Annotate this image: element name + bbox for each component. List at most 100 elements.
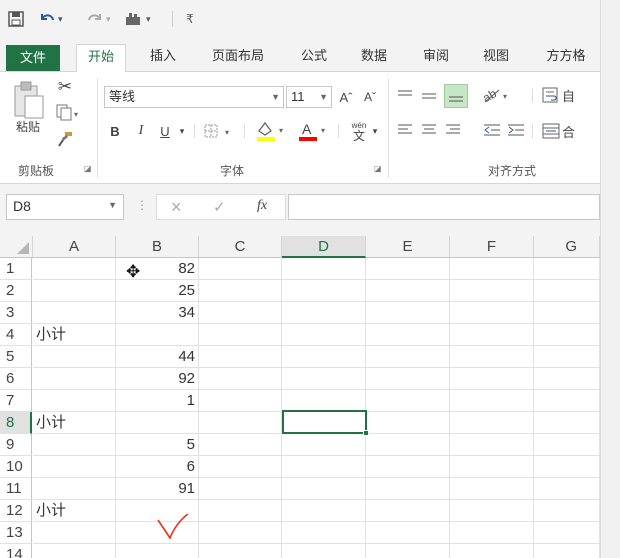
increase-indent-icon[interactable]	[506, 120, 526, 140]
tab-file[interactable]: 文件	[6, 45, 60, 71]
align-right-icon[interactable]	[444, 120, 462, 140]
cell[interactable]	[450, 544, 534, 558]
cell[interactable]	[199, 434, 282, 456]
cell[interactable]	[534, 434, 600, 456]
touch-mode-dropdown-icon[interactable]: ▾	[146, 14, 151, 25]
redo-dropdown-icon[interactable]: ▾	[106, 14, 111, 25]
row-header[interactable]: 12	[0, 500, 32, 522]
cell[interactable]	[534, 412, 600, 434]
cell[interactable]	[199, 456, 282, 478]
cell[interactable]	[282, 434, 366, 456]
cell[interactable]	[366, 522, 450, 544]
cell-a[interactable]	[33, 478, 116, 500]
cell[interactable]	[282, 280, 366, 302]
fill-handle[interactable]	[363, 430, 369, 436]
cell-a[interactable]	[33, 302, 116, 324]
cell[interactable]	[366, 456, 450, 478]
row-header[interactable]: 14	[0, 544, 32, 558]
cell-a[interactable]	[33, 346, 116, 368]
cell-a[interactable]	[33, 456, 116, 478]
undo-dropdown-icon[interactable]: ▾	[58, 14, 63, 25]
decrease-indent-icon[interactable]	[482, 120, 502, 140]
chevron-down-icon[interactable]: ▼	[108, 200, 117, 210]
row-header[interactable]: 4	[0, 324, 32, 346]
decrease-font-icon[interactable]: Aˇ	[360, 86, 380, 108]
cell[interactable]	[282, 544, 366, 558]
cell-a[interactable]	[33, 522, 116, 544]
row-header[interactable]: 3	[0, 302, 32, 324]
cell[interactable]	[366, 258, 450, 280]
cell-b[interactable]	[116, 412, 199, 434]
tab-formulas[interactable]: 公式	[290, 44, 338, 72]
cell[interactable]	[199, 258, 282, 280]
cell[interactable]	[534, 302, 600, 324]
cell[interactable]	[534, 544, 600, 558]
cell[interactable]	[450, 412, 534, 434]
tab-data[interactable]: 数据	[350, 44, 398, 72]
column-header-e[interactable]: E	[366, 236, 450, 258]
cell[interactable]	[199, 390, 282, 412]
cell[interactable]	[199, 280, 282, 302]
cell[interactable]	[534, 500, 600, 522]
copy-icon[interactable]: ▾	[54, 102, 84, 124]
font-launcher-icon[interactable]: ◪	[374, 164, 382, 173]
redo-icon[interactable]: ▾	[86, 8, 111, 30]
italic-button[interactable]: I	[132, 120, 150, 142]
cell-a[interactable]	[33, 368, 116, 390]
cell[interactable]	[450, 280, 534, 302]
chevron-down-icon[interactable]: ▼	[319, 87, 328, 107]
cell[interactable]	[282, 346, 366, 368]
cell[interactable]	[366, 412, 450, 434]
cell[interactable]	[282, 258, 366, 280]
insert-function-icon[interactable]: fx	[257, 198, 267, 214]
chevron-down-icon[interactable]: ▼	[271, 87, 280, 107]
cell[interactable]	[534, 280, 600, 302]
cut-icon[interactable]: ✂	[54, 76, 76, 98]
cell-b[interactable]: 34	[116, 302, 199, 324]
cell[interactable]	[450, 390, 534, 412]
orientation-icon[interactable]: ab ▾	[480, 84, 514, 106]
cell-b[interactable]: 5	[116, 434, 199, 456]
tab-home[interactable]: 开始	[76, 44, 126, 73]
cell[interactable]	[366, 280, 450, 302]
cell[interactable]	[282, 522, 366, 544]
row-header[interactable]: 2	[0, 280, 32, 302]
cell-b[interactable]: 25	[116, 280, 199, 302]
cell[interactable]	[366, 324, 450, 346]
selected-cell-border[interactable]	[282, 410, 369, 436]
cell[interactable]	[282, 456, 366, 478]
cell[interactable]	[199, 368, 282, 390]
cell[interactable]	[366, 346, 450, 368]
cell[interactable]	[366, 544, 450, 558]
row-header[interactable]: 5	[0, 346, 32, 368]
merge-center-button[interactable]: 合	[542, 120, 600, 142]
cell[interactable]	[366, 478, 450, 500]
cell-b[interactable]: 91	[116, 478, 199, 500]
cell[interactable]	[450, 478, 534, 500]
align-bottom-icon[interactable]	[444, 84, 468, 108]
cell[interactable]	[199, 544, 282, 558]
column-header-b[interactable]: B	[116, 236, 199, 258]
enter-icon[interactable]: ✓	[213, 198, 226, 216]
cell[interactable]	[366, 500, 450, 522]
cell[interactable]	[199, 478, 282, 500]
cell-b[interactable]: 44	[116, 346, 199, 368]
cell[interactable]	[534, 346, 600, 368]
cell[interactable]	[282, 302, 366, 324]
column-header-a[interactable]: A	[33, 236, 116, 258]
cell[interactable]	[450, 522, 534, 544]
cell[interactable]	[450, 434, 534, 456]
cell[interactable]	[366, 434, 450, 456]
cell-b[interactable]	[116, 324, 199, 346]
row-header[interactable]: 11	[0, 478, 32, 500]
cell-a[interactable]	[33, 434, 116, 456]
save-icon[interactable]	[8, 8, 24, 30]
cell-a[interactable]	[33, 390, 116, 412]
cell[interactable]	[199, 522, 282, 544]
cell[interactable]	[366, 368, 450, 390]
cell[interactable]	[199, 346, 282, 368]
cell[interactable]	[534, 522, 600, 544]
cell-a[interactable]: 小计	[33, 500, 116, 522]
tab-insert[interactable]: 插入	[138, 44, 188, 72]
row-header[interactable]: 8	[0, 412, 32, 434]
